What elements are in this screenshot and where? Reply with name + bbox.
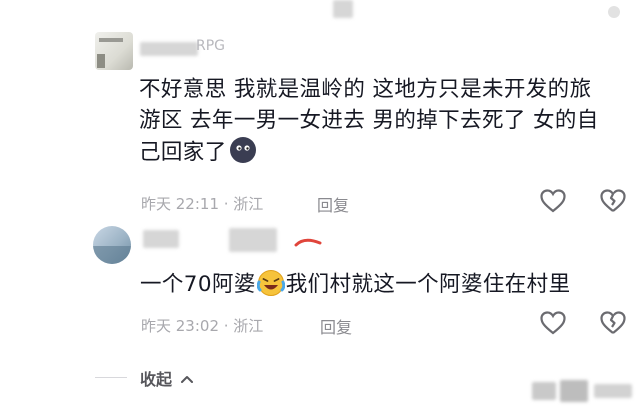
collapse-label: 收起 <box>140 370 173 389</box>
reply-button[interactable]: 回复 <box>320 314 352 338</box>
avatar[interactable] <box>93 226 131 264</box>
avatar[interactable] <box>95 32 133 70</box>
comment-text-before: 一个70阿婆 <box>140 272 256 297</box>
comment-line-2: 游区 去年一男一女进去 男的掉下去死了 女的自 <box>139 108 599 133</box>
reply-button[interactable]: 回复 <box>317 192 349 216</box>
dark-face-emoji-icon <box>229 136 257 173</box>
blurred-username <box>143 230 179 248</box>
chevron-up-icon <box>180 369 194 388</box>
like-heart-icon[interactable] <box>540 311 566 339</box>
comment-text: 不好意思 我就是温岭的 这地方只是未开发的旅 游区 去年一男一女进去 男的掉下去… <box>139 74 599 173</box>
comment-line-1: 不好意思 我就是温岭的 这地方只是未开发的旅 <box>139 77 592 102</box>
comment-text: 一个70阿婆 我们村就这一个阿婆住在村里 <box>140 269 570 306</box>
comment-timestamp: 昨天 23:02 · 浙江 <box>141 317 264 335</box>
collapse-button[interactable]: 收起 <box>140 366 194 390</box>
blurred-username-top <box>333 0 353 18</box>
divider <box>95 377 127 378</box>
dislike-broken-heart-icon[interactable] <box>600 189 626 217</box>
watermark-logo <box>520 378 636 404</box>
blurred-username <box>140 42 198 56</box>
like-heart-icon[interactable] <box>540 189 566 217</box>
blurred-username <box>229 228 277 252</box>
comment-text-after: 我们村就这一个阿婆住在村里 <box>285 272 571 297</box>
badge-icon <box>294 234 322 247</box>
laughing-crying-emoji-icon <box>256 269 286 306</box>
dislike-broken-heart-icon[interactable] <box>600 311 626 339</box>
blurred-dot-top <box>608 6 620 18</box>
comment-username[interactable]: RPG <box>196 38 225 54</box>
comment-timestamp: 昨天 22:11 · 浙江 <box>141 195 264 213</box>
comment-line-3: 己回家了 <box>139 140 227 165</box>
